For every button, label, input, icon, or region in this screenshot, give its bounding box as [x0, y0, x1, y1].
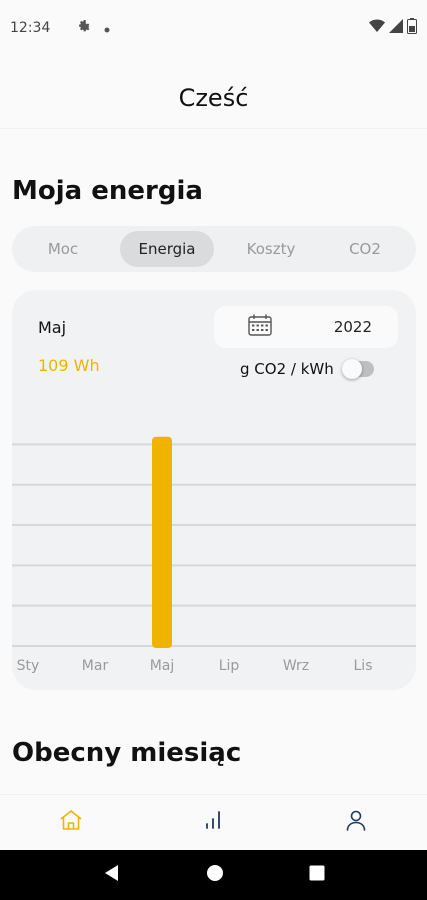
tab-moc[interactable]: Moc — [16, 231, 110, 267]
current-month-section-title: Obecny miesiąc — [12, 738, 242, 768]
system-nav-bar — [0, 850, 427, 900]
settings-icon — [76, 18, 92, 38]
x-tick-label: Mar — [82, 658, 109, 674]
x-tick-label: Lip — [219, 658, 240, 674]
wifi-icon — [369, 19, 385, 37]
x-tick-label: Maj — [150, 658, 175, 674]
x-tick-label: Sty — [17, 658, 40, 674]
energy-section-title: Moja energia — [12, 176, 203, 206]
header-divider — [0, 128, 427, 129]
energy-bar-chart: Sty Mar Maj Lip Wrz Lis — [12, 436, 416, 674]
year-picker[interactable]: 2022 — [214, 306, 398, 348]
recents-icon[interactable] — [309, 865, 325, 886]
toggle-knob — [341, 359, 362, 379]
signal-icon — [389, 19, 403, 37]
unit-toggle-row: g CO2 / kWh — [240, 359, 374, 379]
status-time: 12:34 — [10, 20, 51, 36]
back-icon[interactable] — [103, 864, 121, 887]
page-title: Cześć — [178, 84, 249, 112]
notification-dot-icon — [104, 20, 110, 37]
metric-tabs: Moc Energia Koszty CO2 — [12, 226, 416, 272]
bar-chart-icon — [201, 808, 225, 837]
bar-maj[interactable] — [152, 436, 172, 648]
nav-stats[interactable] — [142, 795, 284, 851]
year-value: 2022 — [333, 318, 372, 336]
status-bar: 12:34 — [0, 0, 427, 56]
selected-month-value: 109 Wh — [38, 356, 100, 375]
x-tick-label: Lis — [354, 658, 373, 674]
home-circle-icon[interactable] — [206, 864, 224, 887]
tab-co2[interactable]: CO2 — [318, 231, 412, 267]
nav-home[interactable] — [0, 795, 142, 851]
unit-toggle-label: g CO2 / kWh — [240, 360, 334, 378]
tab-energia[interactable]: Energia — [120, 231, 214, 267]
tab-koszty[interactable]: Koszty — [224, 231, 318, 267]
battery-icon — [407, 18, 417, 38]
energy-chart-card: Sty Mar Maj Lip Wrz Lis Maj 109 Wh 2022 g CO2… — [12, 290, 416, 690]
bottom-nav — [0, 794, 427, 850]
x-tick-label: Wrz — [283, 658, 309, 674]
selected-month-label: Maj — [38, 318, 67, 337]
nav-profile[interactable] — [285, 795, 427, 851]
user-icon — [344, 808, 368, 837]
unit-toggle-switch[interactable] — [341, 359, 374, 379]
home-icon — [59, 808, 83, 837]
calendar-icon — [248, 314, 272, 341]
